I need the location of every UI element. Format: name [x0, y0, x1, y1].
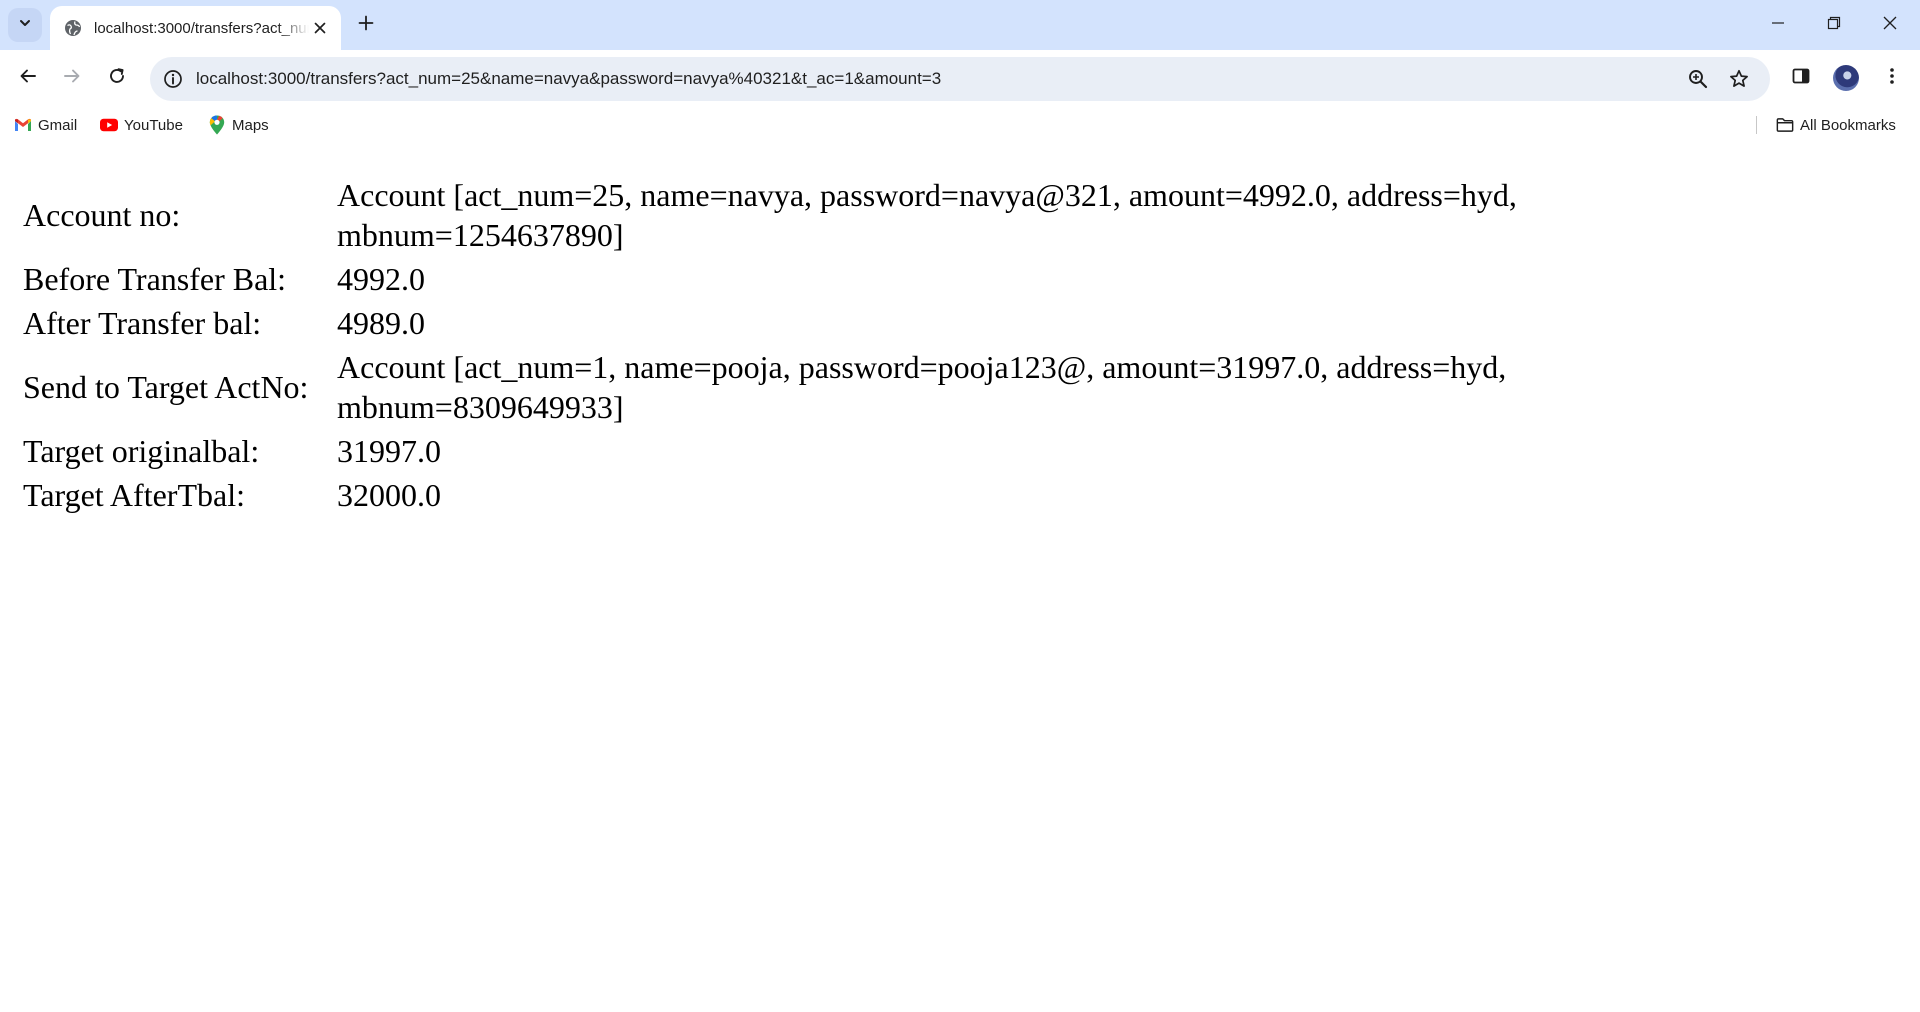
- more-vertical-icon: [1889, 67, 1895, 90]
- forward-button[interactable]: [54, 60, 90, 96]
- bookmark-gmail[interactable]: Gmail: [14, 112, 77, 138]
- all-bookmarks-label: All Bookmarks: [1800, 116, 1896, 134]
- chevron-down-icon: [18, 16, 32, 35]
- row-label: After Transfer bal:: [23, 305, 262, 341]
- back-button[interactable]: [10, 60, 46, 96]
- new-tab-button[interactable]: [350, 9, 382, 41]
- table-row: Account no: Account [act_num=25, name=na…: [22, 174, 1666, 256]
- reload-button[interactable]: [99, 60, 135, 96]
- profile-button[interactable]: [1828, 60, 1864, 96]
- zoom-icon[interactable]: [1684, 65, 1712, 93]
- row-label: Account no:: [23, 197, 181, 233]
- active-tab[interactable]: localhost:3000/transfers?act_num=25&name…: [50, 6, 341, 50]
- bookmarks-divider: [1756, 116, 1757, 134]
- reload-icon: [108, 67, 126, 90]
- minimize-icon: [1771, 16, 1785, 35]
- table-row: Before Transfer Bal: 4992.0: [22, 258, 1666, 300]
- close-icon: [1883, 16, 1897, 35]
- gmail-icon: [14, 116, 32, 134]
- bookmark-youtube[interactable]: YouTube: [100, 112, 183, 138]
- row-label: Before Transfer Bal:: [23, 261, 287, 297]
- plus-icon: [358, 15, 374, 36]
- url-text[interactable]: localhost:3000/transfers?act_num=25&name…: [196, 57, 941, 101]
- tab-strip: localhost:3000/transfers?act_num=25&name…: [0, 0, 1920, 50]
- bookmark-label: YouTube: [124, 116, 183, 134]
- browser-toolbar: localhost:3000/transfers?act_num=25&name…: [0, 50, 1920, 108]
- bookmark-label: Maps: [232, 116, 269, 134]
- table-row: Send to Target ActNo: Account [act_num=1…: [22, 346, 1666, 428]
- row-value: 31997.0: [337, 433, 441, 469]
- row-value: 4989.0: [337, 305, 425, 341]
- minimize-button[interactable]: [1750, 0, 1806, 50]
- close-tab-icon[interactable]: [309, 17, 331, 39]
- menu-button[interactable]: [1874, 60, 1910, 96]
- row-label: Target originalbal:: [23, 433, 260, 469]
- bookmark-maps[interactable]: Maps: [208, 112, 269, 138]
- transfer-result-table: Account no: Account [act_num=25, name=na…: [20, 172, 1668, 518]
- all-bookmarks-button[interactable]: All Bookmarks: [1776, 112, 1896, 138]
- tab-search-button[interactable]: [8, 8, 42, 42]
- row-value: Account [act_num=25, name=navya, passwor…: [337, 177, 1517, 253]
- globe-icon: [64, 19, 82, 37]
- tab-title: localhost:3000/transfers?act_num=25&name…: [94, 19, 309, 37]
- arrow-left-icon: [19, 67, 37, 90]
- maps-icon: [208, 115, 226, 135]
- row-label: Target AfterTbal:: [23, 477, 245, 513]
- folder-icon: [1776, 116, 1794, 134]
- bookmarks-bar: Gmail YouTube Maps All Bookmarks: [0, 108, 1920, 142]
- site-info-icon[interactable]: [160, 66, 186, 92]
- side-panel-button[interactable]: [1783, 60, 1819, 96]
- row-label: Send to Target ActNo:: [23, 369, 309, 405]
- page-content: Account no: Account [act_num=25, name=na…: [0, 142, 1920, 1012]
- arrow-right-icon: [63, 67, 81, 90]
- avatar: [1833, 65, 1859, 91]
- table-row: After Transfer bal: 4989.0: [22, 302, 1666, 344]
- address-bar[interactable]: localhost:3000/transfers?act_num=25&name…: [150, 57, 1770, 101]
- row-value: 32000.0: [337, 477, 441, 513]
- close-window-button[interactable]: [1862, 0, 1918, 50]
- row-value: 4992.0: [337, 261, 425, 297]
- table-row: Target originalbal: 31997.0: [22, 430, 1666, 472]
- bookmark-star-icon[interactable]: [1725, 65, 1753, 93]
- restore-button[interactable]: [1806, 0, 1862, 50]
- restore-icon: [1827, 16, 1841, 35]
- table-row: Target AfterTbal: 32000.0: [22, 474, 1666, 516]
- side-panel-icon: [1792, 67, 1810, 90]
- row-value: Account [act_num=1, name=pooja, password…: [337, 349, 1507, 425]
- youtube-icon: [100, 116, 118, 134]
- bookmark-label: Gmail: [38, 116, 78, 134]
